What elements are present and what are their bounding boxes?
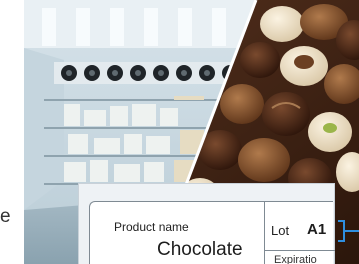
side-text-fragment: e (0, 206, 11, 227)
product-name-caption: Product name (114, 220, 189, 234)
expiration-caption: Expiratio (274, 254, 317, 264)
label-row-divider (264, 250, 335, 251)
product-name-value: Chocolate (157, 239, 243, 260)
lot-value: A1 (307, 221, 327, 238)
label-column-divider (264, 201, 265, 264)
callout-bracket-icon (336, 219, 359, 243)
lot-caption: Lot (271, 223, 290, 238)
